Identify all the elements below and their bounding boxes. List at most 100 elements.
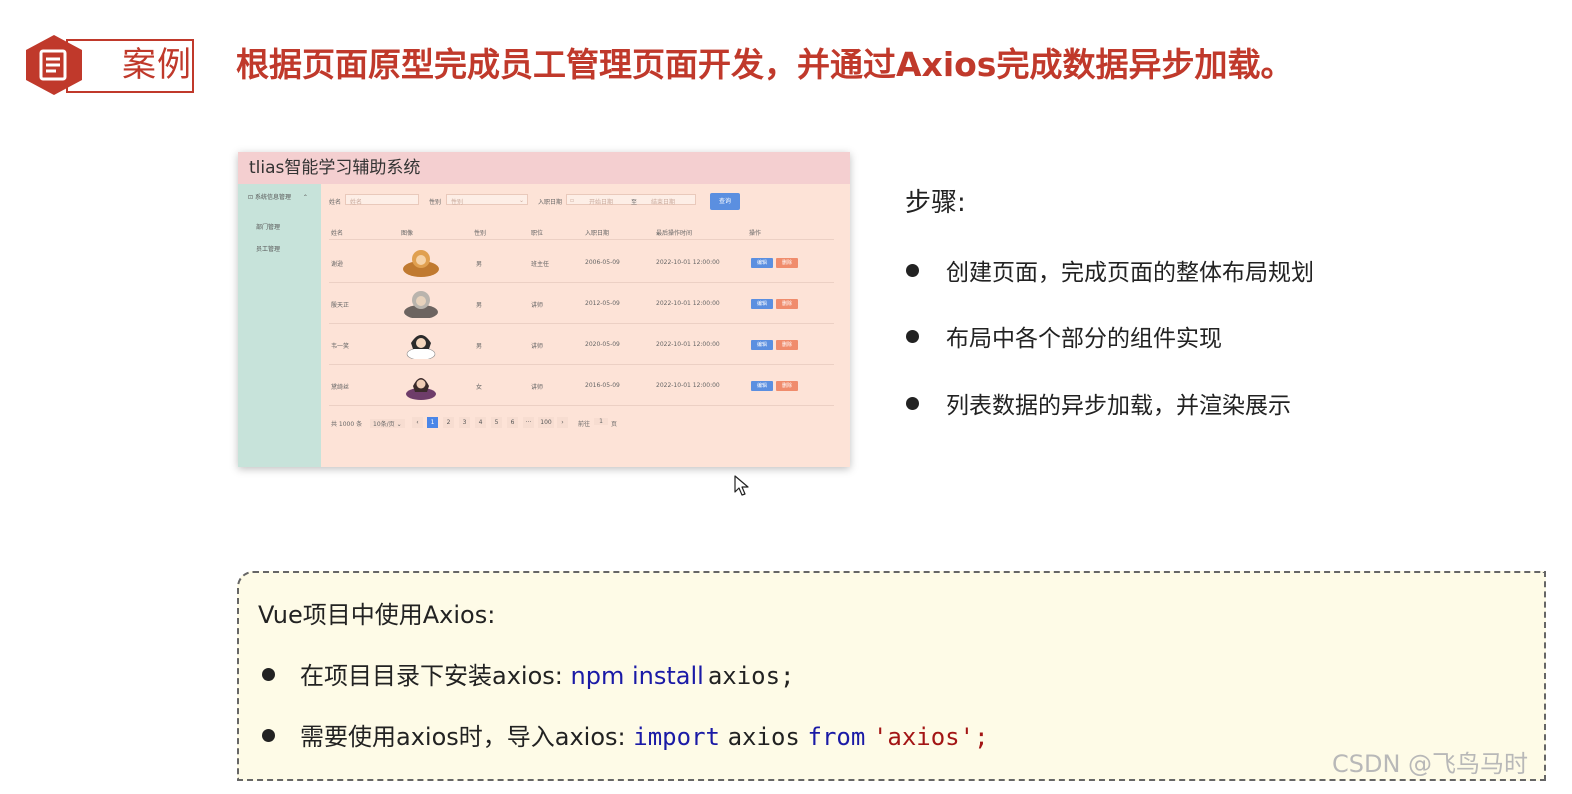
page-button[interactable]: 100: [538, 417, 554, 428]
page-button[interactable]: 4: [475, 417, 486, 428]
install-keyword: install: [631, 662, 704, 690]
page-ellipsis[interactable]: ···: [523, 417, 534, 428]
row-job: 讲师: [531, 302, 544, 309]
row-updated: 2022-10-01 12:00:00: [656, 382, 720, 389]
case-badge-label: 案例: [122, 45, 192, 85]
col-job: 职位: [531, 230, 544, 237]
axios-import-line: 需要使用axios时，导入axios: import axios from 'a…: [262, 721, 989, 753]
page-size-label: 10条/页: [373, 421, 395, 428]
row-name: 韦一笑: [331, 343, 350, 350]
watermark: CSDN @飞鸟马时: [1332, 750, 1529, 778]
bullet-icon: [262, 728, 275, 742]
app-title: tlias智能学习辅助系统: [249, 158, 421, 178]
date-separator: 至: [631, 199, 638, 206]
page-button[interactable]: 2: [443, 417, 454, 428]
axios-install-line: 在项目目录下安装axios: npm install axios;: [262, 660, 795, 692]
step-item: 布局中各个部分的组件实现: [906, 324, 1222, 354]
page-headline: 根据页面原型完成员工管理页面开发，并通过Axios完成数据异步加载。: [236, 45, 1294, 84]
delete-button-label: 删除: [781, 260, 792, 266]
avatar-image: [404, 291, 438, 318]
goto-label: 前往: [578, 421, 591, 428]
search-date-label: 入职日期: [538, 199, 563, 206]
delete-button[interactable]: 删除: [776, 340, 798, 350]
step-text: 列表数据的异步加载，并渲染展示: [946, 393, 1291, 419]
next-page-button[interactable]: ›: [557, 417, 568, 428]
page-button[interactable]: 3: [459, 417, 470, 428]
page-button[interactable]: 5: [491, 417, 502, 428]
row-entry: 2012-05-09: [585, 300, 620, 307]
search-name-input[interactable]: 姓名: [345, 194, 419, 206]
table-divider: [329, 364, 834, 365]
settings-icon: ⊡: [248, 194, 254, 201]
sidebar-group-system[interactable]: ⊡ 系统信息管理 ⌃: [248, 192, 308, 201]
row-job: 讲师: [531, 343, 544, 350]
search-gender-select[interactable]: 性别 ⌄: [446, 194, 528, 206]
row-gender: 男: [476, 261, 483, 268]
search-name-placeholder: 姓名: [350, 199, 363, 206]
steps-title: 步骤:: [905, 188, 966, 218]
import-text: 需要使用axios时，导入axios:: [300, 723, 626, 751]
edit-button[interactable]: 编辑: [751, 258, 773, 268]
row-entry: 2020-05-09: [585, 341, 620, 348]
search-date-range[interactable]: ▫ 开始日期 至 结束日期: [566, 194, 696, 206]
install-arg: axios;: [707, 662, 795, 690]
edit-button-label: 编辑: [756, 383, 767, 389]
delete-button-label: 删除: [781, 383, 792, 389]
step-text: 创建页面，完成页面的整体布局规划: [946, 260, 1314, 286]
chevron-up-icon: ⌃: [302, 194, 308, 201]
query-button-label: 查询: [718, 198, 731, 205]
table-divider: [329, 282, 834, 283]
sidebar-group-label: 系统信息管理: [254, 194, 291, 201]
from-keyword: from: [807, 723, 866, 751]
app-header: tlias智能学习辅助系统: [238, 152, 850, 184]
step-text: 布局中各个部分的组件实现: [946, 326, 1222, 352]
bullet-icon: [906, 264, 919, 277]
row-name: 黛绮丝: [331, 384, 350, 391]
delete-button[interactable]: 删除: [776, 299, 798, 309]
edit-button[interactable]: 编辑: [751, 381, 773, 391]
col-entry: 入职日期: [585, 230, 610, 237]
col-name: 姓名: [331, 230, 344, 237]
bullet-icon: [906, 330, 919, 343]
page-button[interactable]: 1: [427, 417, 438, 428]
col-gender: 性别: [474, 230, 487, 237]
pagination-total: 共 1000 条: [331, 421, 363, 428]
case-badge: 案例: [22, 33, 196, 97]
import-keyword: import: [633, 723, 720, 751]
edit-button[interactable]: 编辑: [751, 340, 773, 350]
mouse-cursor-icon: [734, 475, 749, 496]
row-name: 谢逊: [331, 261, 344, 268]
query-button[interactable]: 查询: [710, 193, 740, 210]
delete-button[interactable]: 删除: [776, 381, 798, 391]
edit-button-label: 编辑: [756, 301, 767, 307]
sidebar: ⊡ 系统信息管理 ⌃ 部门管理 员工管理: [238, 184, 321, 467]
delete-button-label: 删除: [781, 342, 792, 348]
chevron-down-icon: ⌄: [519, 197, 525, 204]
row-gender: 女: [476, 384, 483, 391]
date-start-placeholder: 开始日期: [589, 199, 614, 206]
prev-page-button[interactable]: ‹: [412, 417, 423, 428]
page-size-select[interactable]: 10条/页 ⌄: [370, 419, 405, 428]
calendar-icon: ▫: [570, 197, 575, 204]
col-actions: 操作: [749, 230, 762, 237]
npm-keyword: npm: [570, 662, 625, 690]
sidebar-item-dept[interactable]: 部门管理: [256, 222, 280, 231]
row-entry: 2016-05-09: [585, 382, 620, 389]
goto-input[interactable]: 1: [594, 418, 608, 425]
avatar-image: [403, 250, 439, 277]
edit-button-label: 编辑: [756, 260, 767, 266]
edit-button-label: 编辑: [756, 342, 767, 348]
edit-button[interactable]: 编辑: [751, 299, 773, 309]
import-source-string: 'axios';: [872, 723, 989, 751]
table-divider: [329, 323, 834, 324]
row-job: 班主任: [531, 261, 550, 268]
delete-button-label: 删除: [781, 301, 792, 307]
search-name-label: 姓名: [329, 199, 342, 206]
table-divider: [329, 239, 834, 240]
page-button[interactable]: 6: [507, 417, 518, 428]
avatar-image: [406, 378, 436, 400]
table-divider: [329, 405, 834, 406]
sidebar-item-emp[interactable]: 员工管理: [256, 244, 280, 253]
delete-button[interactable]: 删除: [776, 258, 798, 268]
row-name: 殷天正: [331, 302, 350, 309]
